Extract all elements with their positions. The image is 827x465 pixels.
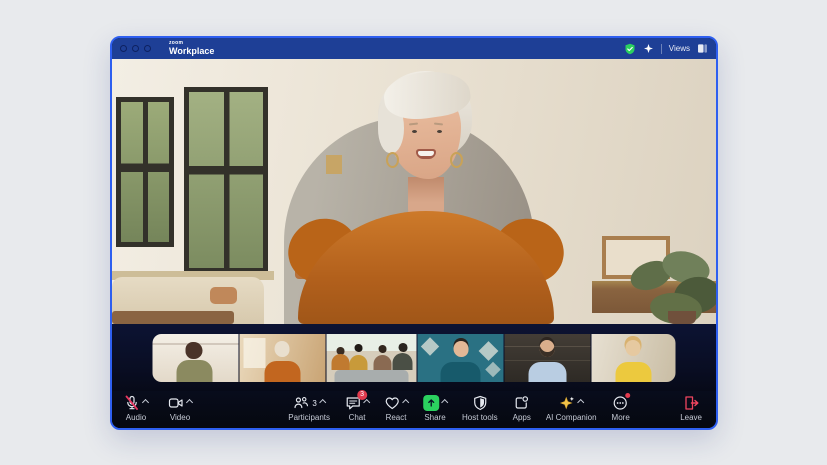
participant-head: [399, 343, 408, 352]
host-tools-shield-icon: [472, 395, 488, 411]
window-controls[interactable]: [120, 45, 151, 52]
speaker-eye: [412, 130, 417, 133]
desktop-background: zoom Workplace Views: [0, 0, 827, 465]
host-tools-button[interactable]: Host tools: [462, 395, 498, 422]
participant-torso: [529, 362, 567, 382]
hoop-earring: [450, 152, 463, 168]
speaker-teeth: [418, 151, 434, 156]
security-shield-icon[interactable]: [624, 43, 636, 55]
window-left-large: [184, 87, 268, 273]
close-window-icon[interactable]: [120, 45, 127, 52]
filmstrip-band: [112, 324, 716, 391]
filmstrip-tile[interactable]: [592, 334, 676, 382]
participants-label: Participants: [288, 413, 330, 422]
meeting-toolbar: Audio Video: [112, 391, 716, 428]
apps-icon: [514, 395, 530, 411]
ai-companion-label: AI Companion: [546, 413, 597, 422]
participant-head: [355, 344, 363, 352]
microphone-muted-icon: [124, 395, 140, 411]
chat-label: Chat: [349, 413, 366, 422]
participant-torso: [265, 361, 301, 382]
participants-icon: [293, 395, 309, 411]
arch-artwork: [326, 155, 342, 174]
participant-torso: [350, 355, 368, 370]
video-options-chevron-icon[interactable]: [186, 398, 193, 405]
more-button[interactable]: More: [612, 395, 630, 422]
zoom-workplace-window: zoom Workplace Views: [110, 36, 718, 430]
participant-torso: [374, 355, 392, 370]
participant-head: [275, 341, 290, 357]
zoom-workplace-logo: zoom Workplace: [169, 41, 214, 56]
shelf-line: [505, 360, 591, 361]
maximize-window-icon[interactable]: [144, 45, 151, 52]
share-screen-icon: [423, 395, 439, 411]
participant-torso: [177, 360, 213, 382]
conference-table: [335, 370, 409, 382]
more-notification-dot: [626, 393, 631, 398]
audio-options-chevron-icon[interactable]: [142, 398, 149, 405]
participants-count: 3: [312, 399, 316, 408]
video-label: Video: [170, 413, 190, 422]
participant-head: [626, 340, 641, 356]
react-options-chevron-icon[interactable]: [402, 398, 409, 405]
speaker-eye: [437, 130, 442, 133]
filmstrip-tile[interactable]: [418, 334, 504, 382]
participants-button[interactable]: 3 Participants: [288, 395, 330, 422]
audio-label: Audio: [126, 413, 146, 422]
participant-torso: [616, 362, 652, 382]
view-layout-icon[interactable]: [697, 43, 708, 54]
coffee-table: [112, 311, 234, 324]
filmstrip-tile[interactable]: [240, 334, 326, 382]
main-video-tile[interactable]: [112, 59, 716, 324]
filmstrip: [153, 334, 676, 382]
participant-head: [186, 342, 203, 359]
react-button[interactable]: React: [384, 395, 408, 422]
video-button[interactable]: Video: [168, 395, 192, 422]
participant-torso: [332, 354, 350, 370]
participant-torso: [441, 362, 481, 382]
filmstrip-tile[interactable]: [327, 334, 417, 382]
heart-react-icon: [384, 395, 400, 411]
apps-label: Apps: [513, 413, 531, 422]
plant-pot: [668, 311, 696, 324]
audio-button[interactable]: Audio: [124, 395, 148, 422]
host-tools-label: Host tools: [462, 413, 498, 422]
couch-pillow: [210, 287, 237, 304]
react-label: React: [386, 413, 407, 422]
window-left-small: [116, 97, 174, 247]
workplace-logo-text: Workplace: [169, 47, 214, 56]
hoop-earring: [386, 152, 399, 168]
filmstrip-tile[interactable]: [505, 334, 591, 382]
ai-companion-sparkle-icon: [559, 395, 575, 411]
participant-torso: [393, 353, 413, 370]
views-label[interactable]: Views: [669, 44, 690, 53]
leave-label: Leave: [680, 413, 702, 422]
titlebar: zoom Workplace Views: [112, 38, 716, 59]
ai-sparkle-icon[interactable]: [643, 43, 654, 54]
participant-head: [540, 340, 555, 357]
share-button[interactable]: Share: [423, 395, 447, 422]
ai-companion-options-chevron-icon[interactable]: [577, 398, 584, 405]
participant-head: [379, 345, 387, 353]
leave-meeting-icon: [683, 395, 699, 411]
share-label: Share: [424, 413, 445, 422]
ai-companion-button[interactable]: AI Companion: [546, 395, 597, 422]
more-label: More: [612, 413, 630, 422]
titlebar-separator: [661, 44, 662, 54]
minimize-window-icon[interactable]: [132, 45, 139, 52]
bright-window: [244, 338, 266, 368]
filmstrip-tile[interactable]: [153, 334, 239, 382]
participants-options-chevron-icon[interactable]: [319, 398, 326, 405]
apps-button[interactable]: Apps: [513, 395, 531, 422]
participant-head: [454, 341, 469, 357]
share-options-chevron-icon[interactable]: [441, 398, 448, 405]
chat-button[interactable]: 3 Chat: [345, 395, 369, 422]
video-camera-icon: [168, 395, 184, 411]
leave-button[interactable]: Leave: [680, 395, 702, 422]
